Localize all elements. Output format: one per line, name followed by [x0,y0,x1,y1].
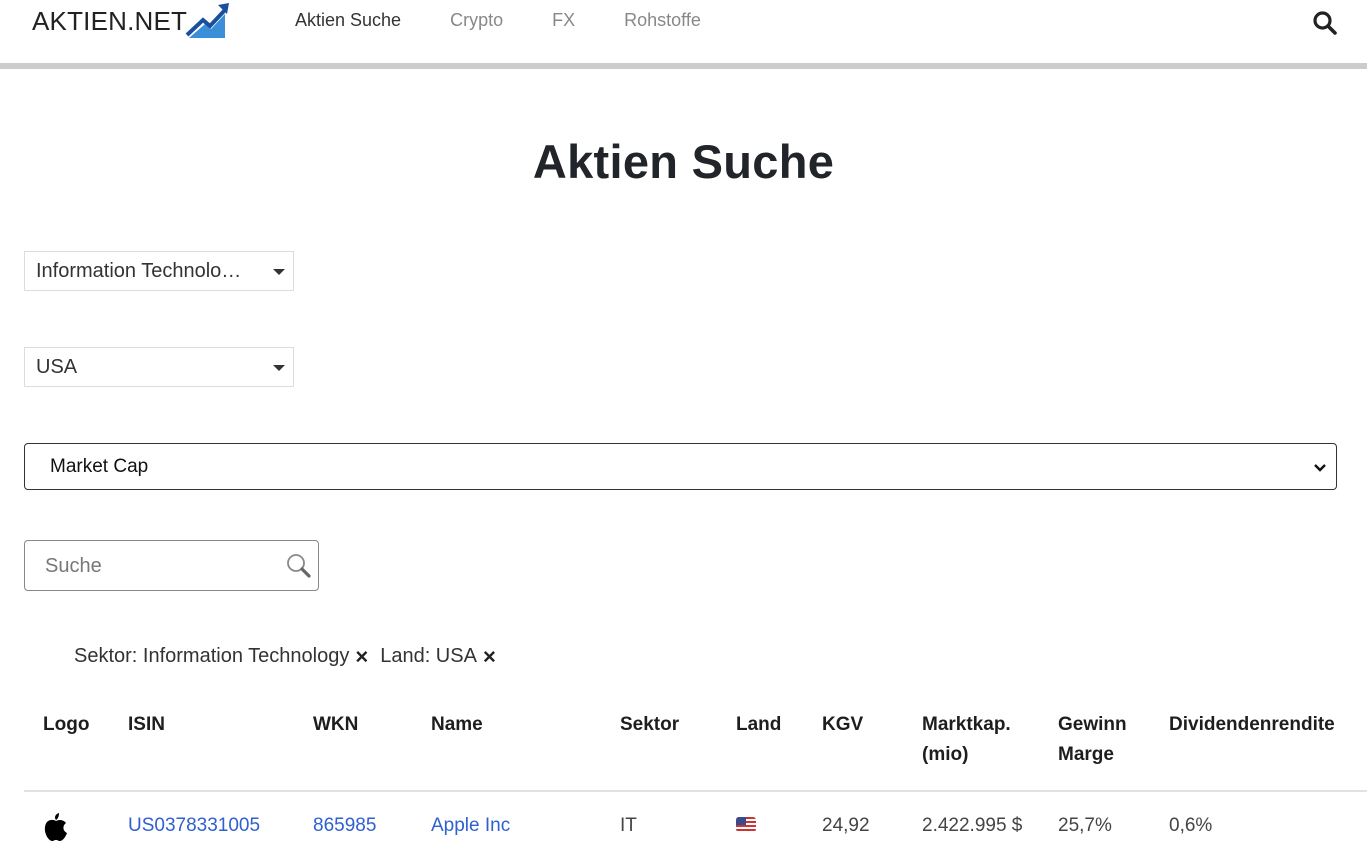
cell-dividendenrendite: 0,6% [1169,815,1213,836]
col-logo[interactable]: Logo [24,700,128,792]
cell-name: Apple Inc [431,791,620,842]
cell-marktkap: 2.422.995 $ [922,815,1023,836]
land-select-value: USA [36,356,78,378]
filter-chip-sektor: Sektor: Information Technology × [74,645,368,668]
land-select[interactable]: USA [24,347,294,387]
cell-sektor: IT [620,815,637,836]
search-icon[interactable] [285,552,313,580]
search-box [24,540,319,591]
filter-chip-label: Sektor: Information Technology [74,645,350,667]
col-gewinn-marge[interactable]: Gewinn Marge [1058,700,1169,792]
sort-select[interactable]: Market Cap [24,443,1337,490]
sort-select-value: Market Cap [50,456,149,477]
search-input[interactable] [45,553,275,579]
sektor-select[interactable]: Information Technolo… [24,251,294,291]
cell-land [736,791,822,842]
remove-filter-sektor-icon[interactable]: × [355,645,368,667]
col-isin[interactable]: ISIN [128,700,313,792]
col-gewinn-line1: Gewinn [1058,714,1127,735]
isin-link[interactable]: US0378331005 [128,815,260,836]
chevron-down-icon [1314,464,1326,472]
us-flag-icon [736,817,756,832]
page-title: Aktien Suche [532,135,835,188]
cell-logo [24,791,128,842]
name-link[interactable]: Apple Inc [431,815,510,836]
apple-logo-icon [44,813,67,841]
col-wkn[interactable]: WKN [313,700,431,792]
brand-logo-link[interactable]: AKTIEN.NET [32,3,231,40]
col-marktkap[interactable]: Marktkap. (mio) [922,700,1058,792]
col-marktkap-line2: (mio) [922,744,969,765]
caret-down-icon [273,269,285,275]
cell-kgv: 24,92 [822,815,870,836]
nav-fx[interactable]: FX [552,9,575,31]
table-row: US0378331005 865985 Apple Inc IT 24,92 2… [24,791,1367,842]
search-icon[interactable] [1311,9,1339,37]
cell-gewinn-marge: 25,7% [1058,815,1112,836]
remove-filter-land-icon[interactable]: × [483,645,496,667]
sektor-select-value: Information Technolo… [36,260,242,282]
results-table: Logo ISIN WKN Name Sektor Land KGV Markt… [24,700,1367,842]
table-header-row: Logo ISIN WKN Name Sektor Land KGV Markt… [24,700,1367,792]
col-gewinn-line2: Marge [1058,744,1114,765]
col-name[interactable]: Name [431,700,620,792]
navbar-divider [0,63,1367,69]
filter-chip-label: Land: USA [380,645,477,667]
col-dividendenrendite[interactable]: Dividendenrendite [1169,700,1367,792]
nav-crypto[interactable]: Crypto [450,9,503,31]
filter-chip-land: Land: USA × [380,645,496,668]
caret-down-icon [273,365,285,371]
brand-name: AKTIEN.NET [32,6,188,36]
col-sektor[interactable]: Sektor [620,700,736,792]
col-marktkap-line1: Marktkap. [922,714,1011,735]
rising-chart-logo-icon [185,3,230,38]
cell-wkn: 865985 [313,791,431,842]
col-kgv[interactable]: KGV [822,700,922,792]
active-filters: Sektor: Information Technology × Land: U… [74,645,508,668]
top-navbar: AKTIEN.NET Aktien Suche Crypto FX Rohsto… [0,0,1367,64]
nav-aktien-suche[interactable]: Aktien Suche [295,9,401,31]
col-land[interactable]: Land [736,700,822,792]
wkn-link[interactable]: 865985 [313,815,376,836]
nav-rohstoffe[interactable]: Rohstoffe [624,9,701,31]
main-nav: Aktien Suche Crypto FX Rohstoffe [295,9,750,31]
cell-isin: US0378331005 [128,791,313,842]
